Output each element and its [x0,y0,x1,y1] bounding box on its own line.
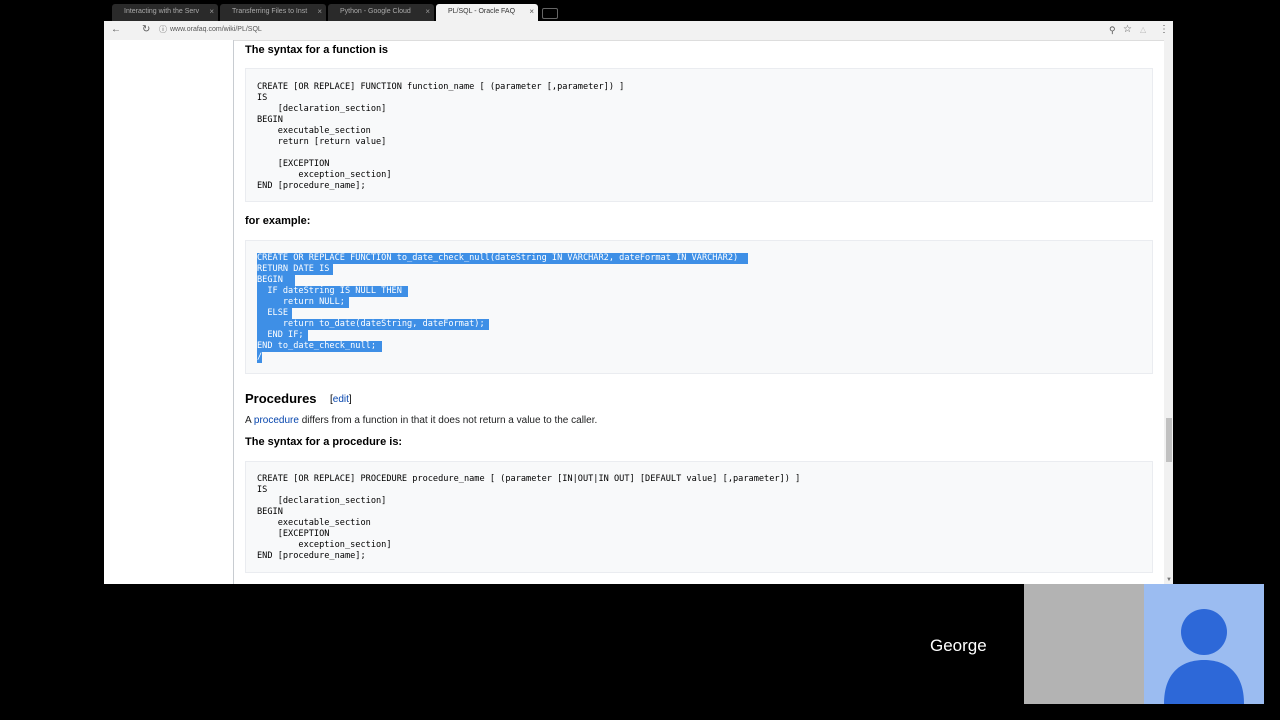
person-avatar-icon [1164,609,1244,704]
scrollbar-thumb[interactable] [1166,418,1172,462]
code-line-selected[interactable]: BEGIN [257,275,295,286]
code-line: BEGIN [257,115,283,125]
text: differs from a function in that it does … [298,415,598,426]
tab-close-icon[interactable]: × [425,4,430,20]
text: A [245,415,254,426]
code-line-selected[interactable]: IF dateString IS NULL THEN [257,286,408,297]
tab-plsql-oracle-faq[interactable]: PL/SQL - Oracle FAQ × [436,4,538,21]
zoom-icon[interactable]: ⚲ [1109,24,1116,36]
code-line: IS [257,93,268,103]
scroll-down-arrow-icon[interactable]: ▼ [1166,577,1172,583]
function-syntax-code-block: CREATE [OR REPLACE] FUNCTION function_na… [245,68,1153,202]
tab-title: Python - Google Cloud [340,8,411,15]
code-line: IS [257,485,268,495]
example-heading: for example: [245,215,311,227]
bracket-close: ] [348,394,352,405]
code-line-selected[interactable]: return NULL; [257,297,349,308]
left-navigation [104,40,234,584]
code-line: [EXCEPTION [257,159,330,169]
code-line: exception_section] [257,540,392,550]
participant-name: George [930,636,987,655]
reload-icon[interactable]: ↻ [142,24,150,36]
tab-title: PL/SQL - Oracle FAQ [448,8,516,15]
procedures-section-title: Procedures [245,391,317,406]
avatar-tile [1144,584,1264,704]
code-line-selected[interactable]: CREATE OR REPLACE FUNCTION to_date_check… [257,253,749,264]
tab-close-icon[interactable]: × [529,4,534,20]
code-line-selected[interactable]: / [257,352,263,363]
procedure-syntax-code-block: CREATE [OR REPLACE] PROCEDURE procedure_… [245,461,1153,573]
procedure-syntax-heading: The syntax for a procedure is: [245,436,403,448]
tab-title: Transferring Files to Inst [232,8,308,15]
tab-close-icon[interactable]: × [209,4,214,20]
browser-toolbar: ← ↻ ⓘ www.orafaq.com/wiki/PL/SQL ⚲ ☆ △ ⋮ [104,21,1173,41]
code-line: return [return value] [257,137,387,147]
page-content: The syntax for a function is CREATE [OR … [104,40,1173,584]
code-line: BEGIN [257,507,283,517]
code-line-selected[interactable]: ELSE [257,308,293,319]
tab-interacting-with-server[interactable]: Interacting with the Serv × [112,4,218,21]
procedure-description: A procedure differs from a function in t… [245,415,597,426]
page-info-icon[interactable]: ⓘ [159,24,167,36]
code-line: [declaration_section] [257,104,387,114]
code-line-selected[interactable]: RETURN DATE IS [257,264,334,275]
code-line: [declaration_section] [257,496,387,506]
function-syntax-heading: The syntax for a function is [245,44,389,56]
code-line: exception_section] [257,170,392,180]
browser-window: Interacting with the Serv × Transferring… [104,0,1173,584]
code-line: END [procedure_name]; [257,551,366,561]
page-scrollbar[interactable]: ▼ [1164,40,1173,584]
code-line-selected[interactable]: END IF; [257,330,308,341]
address-bar[interactable]: www.orafaq.com/wiki/PL/SQL [170,26,262,33]
extension-icon[interactable]: △ [1140,24,1146,36]
code-line-selected[interactable]: END to_date_check_null; [257,341,382,352]
code-line: executable_section [257,126,371,136]
code-line: CREATE [OR REPLACE] FUNCTION function_na… [257,82,625,92]
example-code-block[interactable]: CREATE OR REPLACE FUNCTION to_date_check… [245,240,1153,374]
tab-strip: Interacting with the Serv × Transferring… [104,0,1173,21]
tab-title: Interacting with the Serv [124,8,200,15]
tab-transferring-files[interactable]: Transferring Files to Inst × [220,4,326,21]
code-line: END [procedure_name]; [257,181,366,191]
menu-icon[interactable]: ⋮ [1159,24,1169,36]
edit-link[interactable]: [edit] [330,394,352,405]
code-line: executable_section [257,518,371,528]
procedure-link[interactable]: procedure [254,415,299,426]
code-line-selected[interactable]: return to_date(dateString, dateFormat); [257,319,489,330]
star-icon[interactable]: ☆ [1123,24,1132,36]
back-arrow-icon[interactable]: ← [111,24,121,36]
code-line: CREATE [OR REPLACE] PROCEDURE procedure_… [257,474,801,484]
tab-close-icon[interactable]: × [317,4,322,20]
code-line: [EXCEPTION [257,529,330,539]
participant-video-tile [1024,584,1144,704]
edit-link-label[interactable]: edit [333,394,349,405]
tab-python-google-cloud[interactable]: Python - Google Cloud × [328,4,434,21]
new-tab-button[interactable] [542,8,558,19]
